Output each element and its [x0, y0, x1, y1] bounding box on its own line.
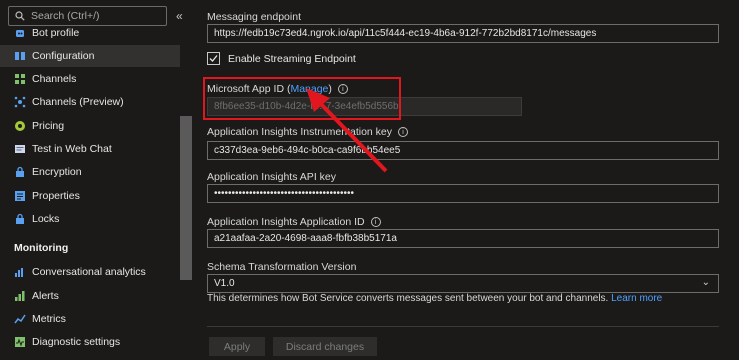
sidebar-item-label: Alerts — [32, 290, 59, 302]
diagnostic-icon — [14, 336, 26, 348]
sidebar-item-channels-preview[interactable]: Channels (Preview) — [0, 91, 180, 113]
configuration-form: Messaging endpoint https://fedb19c73ed4.… — [195, 0, 739, 360]
properties-icon — [14, 190, 26, 202]
search-placeholder: Search (Ctrl+/) — [31, 10, 100, 22]
search-icon — [15, 11, 25, 21]
channels-preview-icon — [14, 96, 26, 108]
sidebar-item-label: Encryption — [32, 166, 82, 178]
sidebar-item-label: Diagnostic settings — [32, 336, 121, 348]
sidebar-item-label: Pricing — [32, 120, 65, 132]
sidebar-item-label: Bot profile — [32, 27, 80, 39]
sidebar-item-bot-profile[interactable]: Bot profile — [0, 22, 180, 44]
sidebar-item-label: Locks — [32, 213, 60, 225]
sidebar-item-label: Properties — [32, 190, 80, 202]
sidebar-item-configuration[interactable]: Configuration — [0, 45, 180, 67]
sidebar-item-encryption[interactable]: Encryption — [0, 161, 180, 183]
discard-changes-button[interactable]: Discard changes — [273, 337, 377, 356]
sidebar-item-properties[interactable]: Properties — [0, 185, 180, 207]
messaging-endpoint-label: Messaging endpoint — [207, 11, 301, 23]
sidebar-item-label: Test in Web Chat — [32, 143, 112, 155]
lock-icon — [14, 213, 26, 225]
sidebar-item-conversational-analytics[interactable]: Conversational analytics — [0, 261, 180, 283]
sidebar-item-diagnostic-settings[interactable]: Diagnostic settings — [0, 331, 180, 353]
apply-button[interactable]: Apply — [209, 337, 265, 356]
checkmark-icon — [209, 55, 218, 62]
sidebar-scrollbar-thumb[interactable] — [180, 116, 192, 280]
streaming-endpoint-checkbox[interactable] — [207, 52, 220, 65]
sidebar-item-alerts[interactable]: Alerts — [0, 285, 180, 307]
info-icon[interactable]: i — [398, 127, 409, 137]
sidebar-item-label: Metrics — [32, 313, 66, 325]
sidebar-item-label: Configuration — [32, 50, 95, 62]
monitoring-heading: Monitoring — [14, 242, 69, 254]
bot-icon — [14, 27, 26, 39]
api-key-label: Application Insights API key — [207, 171, 336, 183]
web-chat-icon — [14, 143, 26, 155]
divider — [207, 326, 719, 327]
highlight-box — [203, 77, 401, 120]
schema-version-select[interactable]: V1.0 ⌄ — [207, 274, 719, 293]
schema-version-value: V1.0 — [214, 278, 235, 289]
app-insights-id-label: Application Insights Application ID — [207, 216, 365, 228]
schema-version-label: Schema Transformation Version — [207, 261, 357, 273]
alerts-icon — [14, 290, 26, 302]
streaming-endpoint-checkbox-row[interactable]: Enable Streaming Endpoint — [207, 52, 356, 65]
schema-helper-text: This determines how Bot Service converts… — [207, 293, 663, 304]
sidebar-item-label: Conversational analytics — [32, 266, 146, 278]
messaging-endpoint-input[interactable]: https://fedb19c73ed4.ngrok.io/api/11c5f4… — [207, 24, 719, 43]
sidebar-item-locks[interactable]: Locks — [0, 208, 180, 230]
metrics-icon — [14, 313, 26, 325]
channels-icon — [14, 73, 26, 85]
app-insights-id-label-row: Application Insights Application ID i — [207, 216, 381, 228]
collapse-sidebar-button[interactable]: « — [176, 9, 183, 23]
pricing-icon — [14, 120, 26, 132]
instrumentation-key-label-row: Application Insights Instrumentation key… — [207, 126, 409, 138]
info-icon[interactable]: i — [370, 217, 381, 227]
chevron-down-icon: ⌄ — [701, 277, 710, 288]
api-key-input[interactable]: •••••••••••••••••••••••••••••••••••••••• — [207, 184, 719, 203]
streaming-endpoint-label: Enable Streaming Endpoint — [228, 52, 356, 65]
sidebar-item-pricing[interactable]: Pricing — [0, 115, 180, 137]
sidebar: Search (Ctrl+/) « Bot profile Configurat… — [0, 0, 195, 360]
sidebar-item-test-web-chat[interactable]: Test in Web Chat — [0, 138, 180, 160]
sidebar-item-channels[interactable]: Channels — [0, 68, 180, 90]
lock-icon — [14, 166, 26, 178]
app-insights-id-input[interactable]: a21aafaa-2a20-4698-aaa8-fbfb38b5171a — [207, 229, 719, 248]
learn-more-link[interactable]: Learn more — [611, 293, 662, 304]
instrumentation-key-input[interactable]: c337d3ea-9eb6-494c-b0ca-ca9f6bb54ee5 — [207, 141, 719, 160]
sidebar-item-label: Channels — [32, 73, 77, 85]
sidebar-item-metrics[interactable]: Metrics — [0, 308, 180, 330]
instrumentation-key-label: Application Insights Instrumentation key — [207, 126, 393, 138]
analytics-icon — [14, 266, 26, 278]
sidebar-item-label: Channels (Preview) — [32, 96, 124, 108]
config-icon — [14, 50, 26, 62]
